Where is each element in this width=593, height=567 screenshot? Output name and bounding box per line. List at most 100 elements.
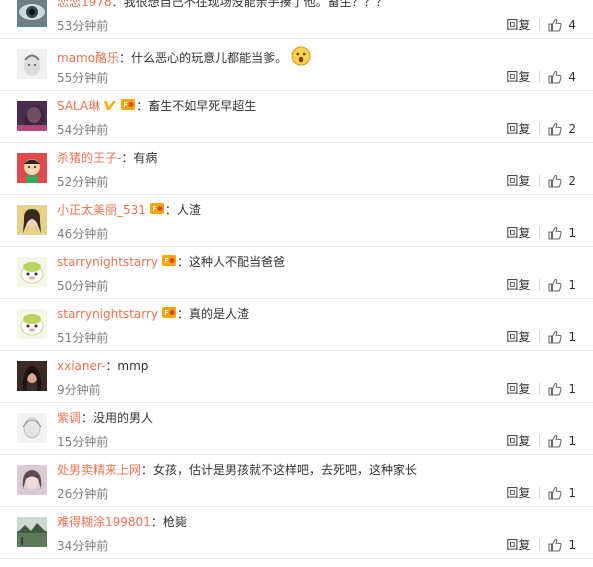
username-link[interactable]: 难得糊涂199801	[57, 515, 151, 529]
reply-button[interactable]: 回复	[506, 17, 530, 33]
username-link[interactable]: mamo酪乐	[57, 51, 119, 65]
comment-actions: 回复 1	[506, 329, 576, 345]
action-divider	[539, 279, 541, 291]
comment-text: mmp	[117, 359, 149, 373]
avatar[interactable]	[17, 361, 47, 391]
username-link[interactable]: 紫调	[57, 411, 81, 425]
comment-time: 9分钟前	[57, 383, 101, 397]
like-button[interactable]: 1	[548, 485, 576, 501]
like-button[interactable]: 2	[548, 121, 576, 137]
action-divider	[539, 123, 541, 135]
fan-badge-icon[interactable]	[161, 254, 177, 272]
comment-time: 46分钟前	[57, 227, 109, 241]
avatar[interactable]	[17, 153, 47, 183]
reply-button[interactable]: 回复	[506, 173, 530, 189]
like-button[interactable]: 4	[548, 69, 576, 85]
comment-row: 杀猪的王子-：有病 52分钟前 回复 2	[0, 143, 593, 195]
comment-text: 人渣	[176, 203, 201, 217]
thumbs-up-icon	[548, 434, 562, 448]
like-count: 2	[568, 122, 576, 136]
like-count: 1	[568, 382, 576, 396]
thumbs-up-icon	[548, 18, 562, 32]
reply-button[interactable]: 回复	[506, 121, 530, 137]
like-button[interactable]: 4	[548, 17, 576, 33]
avatar[interactable]	[17, 0, 47, 27]
comment-line: 小正太美丽_531 ：人渣	[57, 202, 201, 220]
comment-actions: 回复 2	[506, 173, 576, 189]
avatar[interactable]	[17, 257, 47, 287]
comment-time: 55分钟前	[57, 71, 109, 85]
fan-badge-icon[interactable]	[161, 306, 177, 324]
comment-text: 什么恶心的玩意儿都能当爹。	[131, 51, 288, 65]
like-button[interactable]: 1	[548, 537, 576, 553]
comment-time: 26分钟前	[57, 487, 109, 501]
reply-button[interactable]: 回复	[506, 225, 530, 241]
reply-button[interactable]: 回复	[506, 277, 530, 293]
comment-text: 畜生不如早死早超生	[148, 99, 257, 113]
like-count: 1	[568, 486, 576, 500]
reply-button[interactable]: 回复	[506, 69, 530, 85]
reply-button[interactable]: 回复	[506, 537, 530, 553]
like-count: 1	[568, 278, 576, 292]
username-link[interactable]: starrynightstarry	[57, 255, 158, 269]
colon-separator: ：	[121, 151, 134, 165]
comment-text: 没用的男人	[93, 411, 154, 425]
thumbs-up-icon	[548, 226, 562, 240]
username-link[interactable]: 恋恋1978	[57, 0, 112, 9]
like-count: 1	[568, 330, 576, 344]
colon-separator: ：	[177, 307, 190, 321]
username-link[interactable]: SALA琳	[57, 99, 100, 113]
avatar[interactable]	[17, 101, 47, 131]
comment-line: starrynightstarry ：真的是人渣	[57, 306, 249, 324]
like-count: 4	[568, 70, 576, 84]
avatar[interactable]	[17, 465, 47, 495]
comment-row: 恋恋1978：我很想自己不在现场没能亲手揍了他。畜生？？？ 53分钟前 回复 4	[0, 0, 593, 39]
reply-button[interactable]: 回复	[506, 381, 530, 397]
comment-line: 杀猪的王子-：有病	[57, 150, 157, 166]
comment-text: 女孩，估计是男孩就不这样吧，去死吧，这种家长	[153, 463, 418, 477]
like-button[interactable]: 1	[548, 433, 576, 449]
comment-time: 51分钟前	[57, 331, 109, 345]
reply-button[interactable]: 回复	[506, 485, 530, 501]
colon-separator: ：	[141, 463, 154, 477]
colon-separator: ：	[119, 51, 132, 65]
like-button[interactable]: 1	[548, 277, 576, 293]
reply-button[interactable]: 回复	[506, 433, 530, 449]
shocked-emoji-icon	[291, 46, 311, 70]
avatar[interactable]	[17, 517, 47, 547]
comment-line: 紫调：没用的男人	[57, 410, 153, 426]
thumbs-up-icon	[548, 278, 562, 292]
avatar[interactable]	[17, 309, 47, 339]
username-link[interactable]: starrynightstarry	[57, 307, 158, 321]
username-link[interactable]: 小正太美丽_531	[57, 203, 146, 217]
colon-separator: ：	[136, 99, 149, 113]
like-button[interactable]: 2	[548, 173, 576, 189]
action-divider	[539, 71, 541, 83]
comment-line: SALA琳 ：畜生不如早死早超生	[57, 98, 256, 116]
username-link[interactable]: xxianer-	[57, 359, 105, 373]
comment-list: 恋恋1978：我很想自己不在现场没能亲手揍了他。畜生？？？ 53分钟前 回复 4 mam…	[0, 0, 593, 559]
comment-line: 恋恋1978：我很想自己不在现场没能亲手揍了他。畜生？？？	[57, 0, 388, 10]
vip-badge-icon[interactable]	[103, 99, 117, 116]
comment-time: 53分钟前	[57, 19, 109, 33]
comment-time: 50分钟前	[57, 279, 109, 293]
like-button[interactable]: 1	[548, 329, 576, 345]
comment-time: 54分钟前	[57, 123, 109, 137]
avatar[interactable]	[17, 49, 47, 79]
comment-line: mamo酪乐：什么恶心的玩意儿都能当爹。	[57, 46, 311, 70]
username-link[interactable]: 杀猪的王子-	[57, 151, 121, 165]
comment-text: 真的是人渣	[189, 307, 250, 321]
reply-button[interactable]: 回复	[506, 329, 530, 345]
like-button[interactable]: 1	[548, 225, 576, 241]
fan-badge-icon[interactable]	[149, 202, 165, 220]
like-button[interactable]: 1	[548, 381, 576, 397]
avatar[interactable]	[17, 413, 47, 443]
colon-separator: ：	[111, 0, 124, 9]
colon-separator: ：	[81, 411, 94, 425]
username-link[interactable]: 处男卖精来上网	[57, 463, 141, 477]
avatar[interactable]	[17, 205, 47, 235]
like-count: 4	[568, 18, 576, 32]
fan-badge-icon[interactable]	[120, 98, 136, 116]
thumbs-up-icon	[548, 330, 562, 344]
action-divider	[539, 19, 541, 31]
